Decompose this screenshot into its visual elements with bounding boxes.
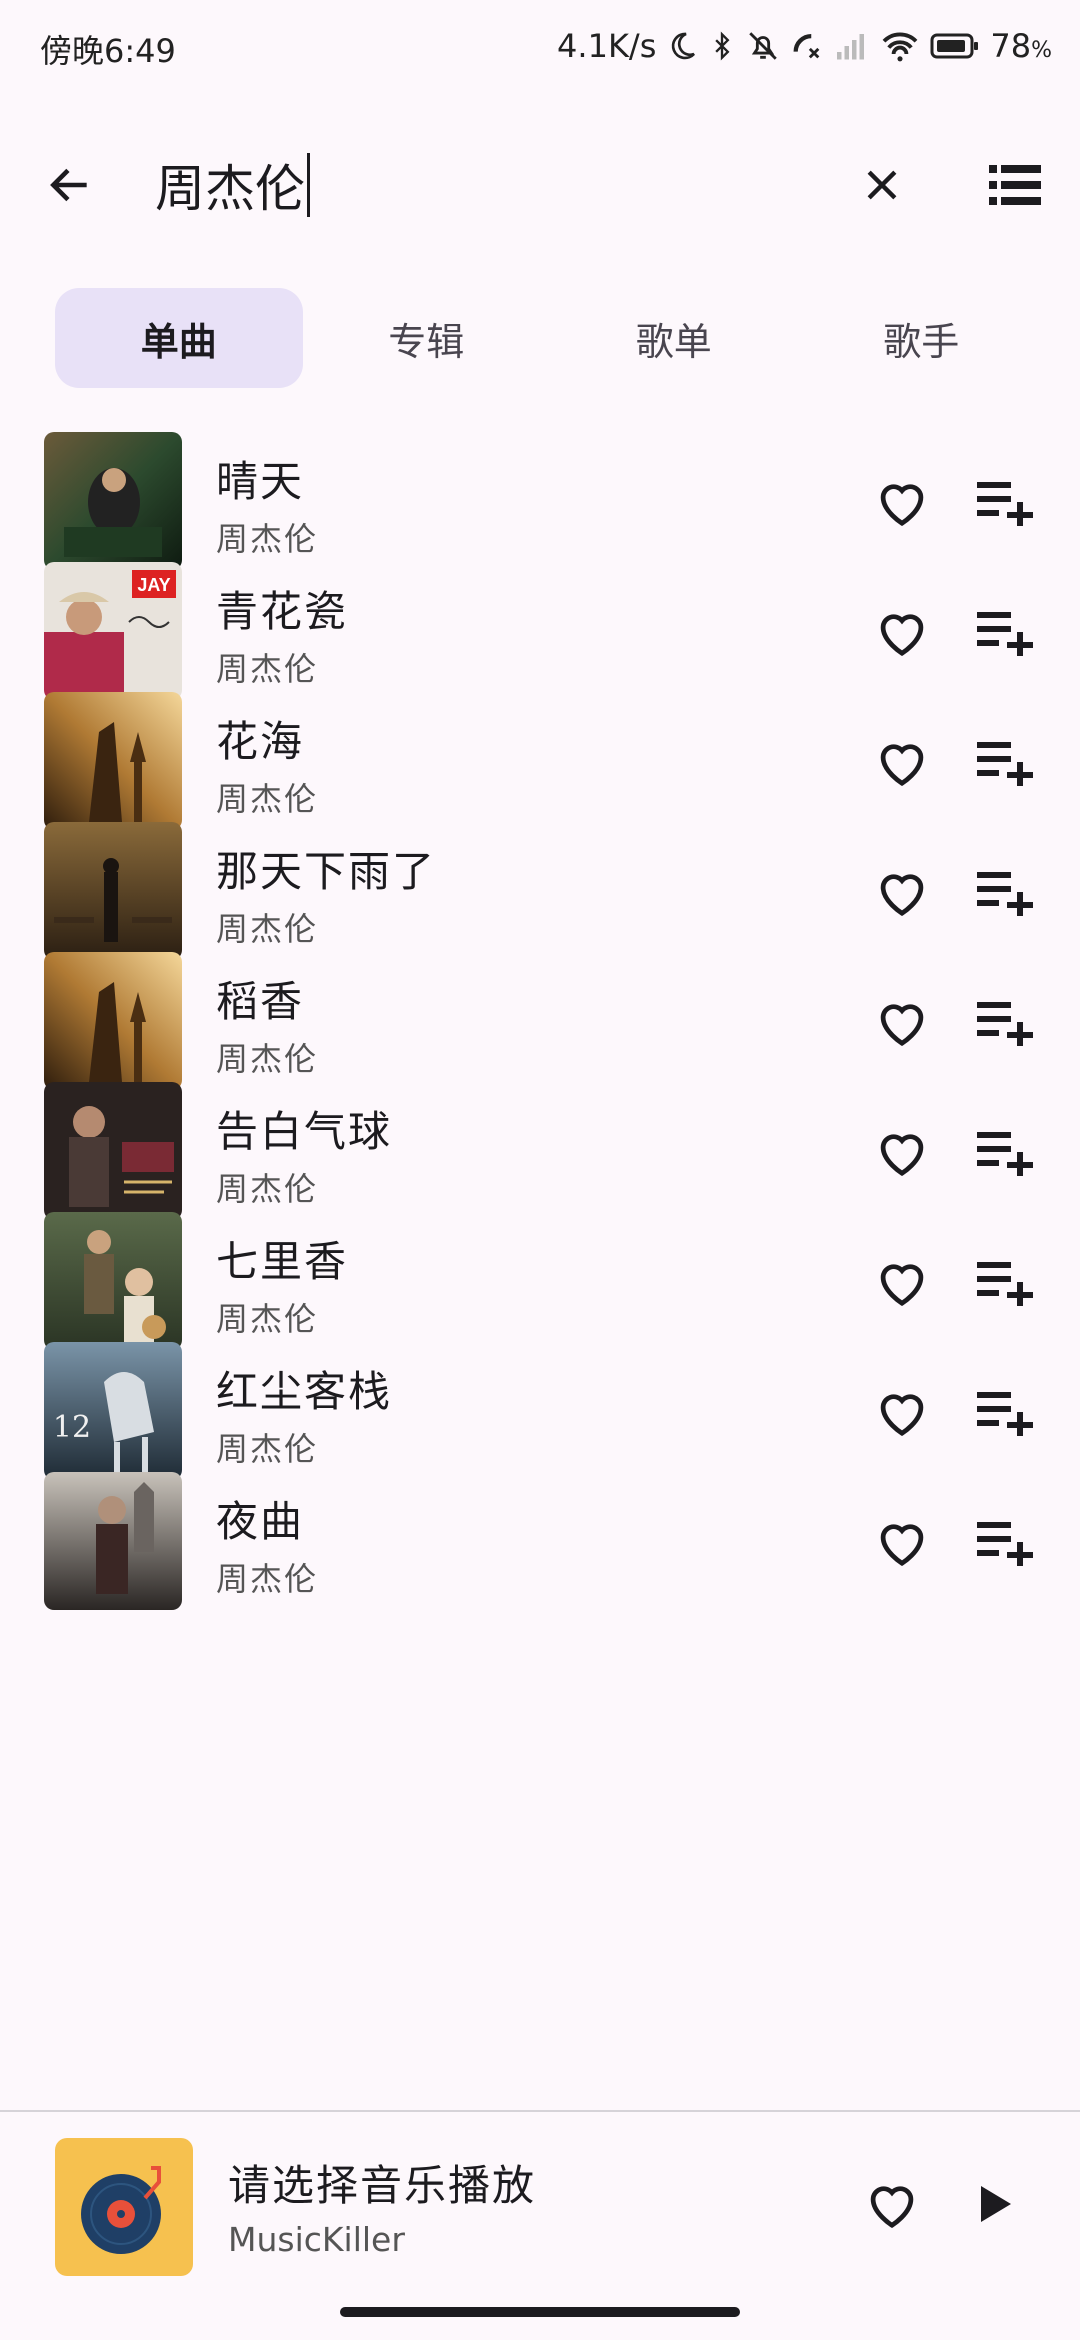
network-speed: 4.1K/s <box>557 27 657 65</box>
add-to-playlist-button[interactable] <box>975 1122 1035 1182</box>
battery-level: 78% <box>990 27 1052 65</box>
playlist-add-icon <box>977 1132 1033 1176</box>
cellular-signal-icon <box>834 31 870 61</box>
song-artist: 周杰伦 <box>216 1560 319 1598</box>
add-to-playlist-button[interactable] <box>975 1252 1035 1312</box>
playlist-add-icon <box>977 742 1033 786</box>
view-mode-button[interactable] <box>985 155 1045 215</box>
text-caret <box>307 153 310 217</box>
search-query-text: 周杰伦 <box>155 160 305 218</box>
missed-call-icon <box>790 29 824 63</box>
favorite-button[interactable] <box>872 1382 932 1442</box>
add-to-playlist-button[interactable] <box>975 472 1035 532</box>
song-title: 七里香 <box>216 1237 349 1286</box>
add-to-playlist-button[interactable] <box>975 862 1035 922</box>
heart-outline-icon <box>880 614 924 657</box>
playlist-add-icon <box>977 482 1033 526</box>
add-to-playlist-button[interactable] <box>975 992 1035 1052</box>
playlist-add-icon <box>977 1262 1033 1306</box>
heart-outline-icon <box>880 484 924 527</box>
tab-albums[interactable]: 专辑 <box>303 288 551 388</box>
player-title: 请选择音乐播放 <box>228 2161 537 2210</box>
playlist-add-icon <box>977 1002 1033 1046</box>
song-list: 晴天 周杰伦 JAY 青花瓷 周杰伦 花海 周杰伦 那天下雨了 周杰伦 稻香 周… <box>0 420 1080 2110</box>
favorite-button[interactable] <box>872 472 932 532</box>
song-title: 那天下雨了 <box>216 847 437 896</box>
mute-bell-icon <box>746 29 780 63</box>
song-title: 稻香 <box>216 977 305 1026</box>
favorite-button[interactable] <box>872 862 932 922</box>
play-button[interactable] <box>965 2174 1025 2234</box>
favorite-button[interactable] <box>872 1122 932 1182</box>
battery-icon <box>930 32 980 60</box>
heart-outline-icon <box>880 1134 924 1177</box>
close-icon <box>867 170 897 200</box>
player-subtitle: MusicKiller <box>228 2220 405 2259</box>
wifi-icon <box>880 30 920 62</box>
song-title: 告白气球 <box>216 1107 393 1156</box>
favorite-button[interactable] <box>872 1512 932 1572</box>
status-bar: 傍晚6:49 4.1K/s 78% <box>0 0 1080 92</box>
favorite-button[interactable] <box>872 1252 932 1312</box>
clear-search-button[interactable] <box>852 155 912 215</box>
playlist-add-icon <box>977 1522 1033 1566</box>
status-time: 傍晚6:49 <box>40 32 176 70</box>
cover-label: 12 <box>53 1410 91 1445</box>
player-favorite-button[interactable] <box>862 2174 922 2234</box>
home-indicator[interactable] <box>340 2307 740 2317</box>
search-bar: 周杰伦 <box>0 130 1080 240</box>
favorite-button[interactable] <box>872 602 932 662</box>
add-to-playlist-button[interactable] <box>975 1382 1035 1442</box>
favorite-button[interactable] <box>872 992 932 1052</box>
moon-icon <box>666 30 698 62</box>
player-cover <box>55 2138 193 2276</box>
arrow-left-icon <box>50 168 87 202</box>
favorite-button[interactable] <box>872 732 932 792</box>
heart-outline-icon <box>880 1524 924 1567</box>
heart-outline-icon <box>880 1394 924 1437</box>
heart-outline-icon <box>870 2186 914 2229</box>
search-tabs: 单曲 专辑 歌单 歌手 <box>55 288 1045 388</box>
battery-value: 78 <box>990 27 1032 65</box>
mini-player[interactable]: 请选择音乐播放 MusicKiller <box>0 2112 1080 2282</box>
list-view-icon <box>989 165 1041 205</box>
search-input[interactable]: 周杰伦 <box>155 150 310 220</box>
heart-outline-icon <box>880 874 924 917</box>
song-title: 晴天 <box>216 457 305 506</box>
heart-outline-icon <box>880 1004 924 1047</box>
play-icon <box>981 2186 1011 2222</box>
add-to-playlist-button[interactable] <box>975 602 1035 662</box>
add-to-playlist-button[interactable] <box>975 732 1035 792</box>
vinyl-record-icon <box>81 2166 161 2254</box>
song-title: 夜曲 <box>216 1497 305 1546</box>
song-title: 花海 <box>216 717 305 766</box>
playlist-add-icon <box>977 872 1033 916</box>
tab-singles[interactable]: 单曲 <box>55 288 303 388</box>
tab-artists[interactable]: 歌手 <box>798 288 1046 388</box>
status-icons: 4.1K/s 78% <box>557 22 1052 70</box>
tab-playlists[interactable]: 歌单 <box>550 288 798 388</box>
heart-outline-icon <box>880 744 924 787</box>
cover-label: JAY <box>137 575 170 595</box>
playlist-add-icon <box>977 1392 1033 1436</box>
bluetooth-icon <box>708 29 736 63</box>
add-to-playlist-button[interactable] <box>975 1512 1035 1572</box>
song-row[interactable]: 夜曲 周杰伦 <box>0 1460 1080 1654</box>
album-cover <box>44 1472 182 1610</box>
song-title: 红尘客栈 <box>216 1367 393 1416</box>
song-title: 青花瓷 <box>216 587 349 636</box>
back-button[interactable] <box>40 155 100 215</box>
playlist-add-icon <box>977 612 1033 656</box>
battery-unit: % <box>1031 38 1052 63</box>
heart-outline-icon <box>880 1264 924 1307</box>
